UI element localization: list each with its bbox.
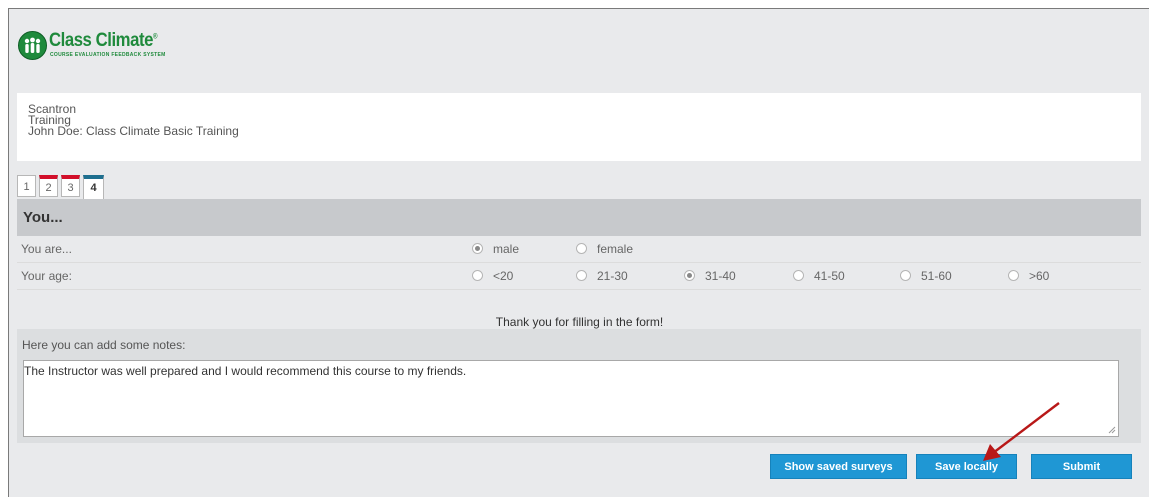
option-label: >60: [1029, 269, 1050, 283]
option-21-30[interactable]: 21-30: [576, 263, 628, 289]
option-label: male: [493, 242, 520, 256]
option-label: <20: [493, 269, 514, 283]
notes-text: The Instructor was well prepared and I w…: [24, 364, 467, 378]
info-line-1: Scantron: [28, 102, 77, 116]
survey-window: Class Climate® COURSE EVALUATION FEEDBAC…: [0, 0, 1149, 497]
radio-button[interactable]: [793, 270, 804, 281]
question-row-gender: You are... male female: [17, 236, 1141, 263]
tab-page-3[interactable]: 3: [61, 175, 80, 197]
option-over-60[interactable]: >60: [1008, 263, 1049, 289]
radio-button[interactable]: [472, 243, 483, 254]
show-saved-surveys-button[interactable]: Show saved surveys: [770, 454, 907, 479]
logo-subtitle: COURSE EVALUATION FEEDBACK SYSTEM: [50, 52, 166, 58]
radio-button[interactable]: [900, 270, 911, 281]
question-label: You are...: [21, 242, 72, 256]
option-under-20[interactable]: <20: [472, 263, 513, 289]
option-female[interactable]: female: [576, 236, 633, 262]
pointer-arrow-icon: [983, 402, 1060, 461]
option-label: 31-40: [705, 269, 736, 283]
option-label: 51-60: [921, 269, 952, 283]
tab-page-2[interactable]: 2: [39, 175, 58, 197]
resize-grip-icon[interactable]: [1108, 426, 1116, 434]
info-line-3: John Doe: Class Climate Basic Training: [28, 124, 239, 138]
tab-page-1[interactable]: 1: [17, 175, 36, 197]
header-bar: Class Climate® COURSE EVALUATION FEEDBAC…: [9, 9, 1149, 77]
tab-page-4[interactable]: 4: [83, 175, 104, 199]
people-logo-icon: [18, 31, 47, 60]
app-container: Class Climate® COURSE EVALUATION FEEDBAC…: [8, 8, 1149, 497]
question-row-age: Your age: <20 21-30 31-40 41-50 51-60 >6…: [17, 263, 1141, 290]
option-label: female: [597, 242, 634, 256]
notes-panel: Here you can add some notes: The Instruc…: [17, 329, 1141, 443]
option-male[interactable]: male: [472, 236, 519, 262]
radio-button[interactable]: [472, 270, 483, 281]
thank-you-message: Thank you for filling in the form!: [495, 315, 664, 329]
question-label: Your age:: [21, 269, 72, 283]
option-label: 41-50: [814, 269, 845, 283]
radio-button[interactable]: [1008, 270, 1019, 281]
option-51-60[interactable]: 51-60: [900, 263, 952, 289]
course-info-box: Scantron Training John Doe: Class Climat…: [17, 93, 1141, 161]
radio-button[interactable]: [576, 243, 587, 254]
notes-textarea[interactable]: The Instructor was well prepared and I w…: [23, 360, 1119, 437]
radio-button[interactable]: [576, 270, 587, 281]
option-label: 21-30: [597, 269, 628, 283]
option-31-40[interactable]: 31-40: [684, 263, 736, 289]
section-title: You...: [17, 199, 1141, 236]
radio-button[interactable]: [684, 270, 695, 281]
option-41-50[interactable]: 41-50: [793, 263, 845, 289]
notes-label: Here you can add some notes:: [22, 338, 186, 352]
logo-title: Class Climate®: [49, 30, 158, 51]
